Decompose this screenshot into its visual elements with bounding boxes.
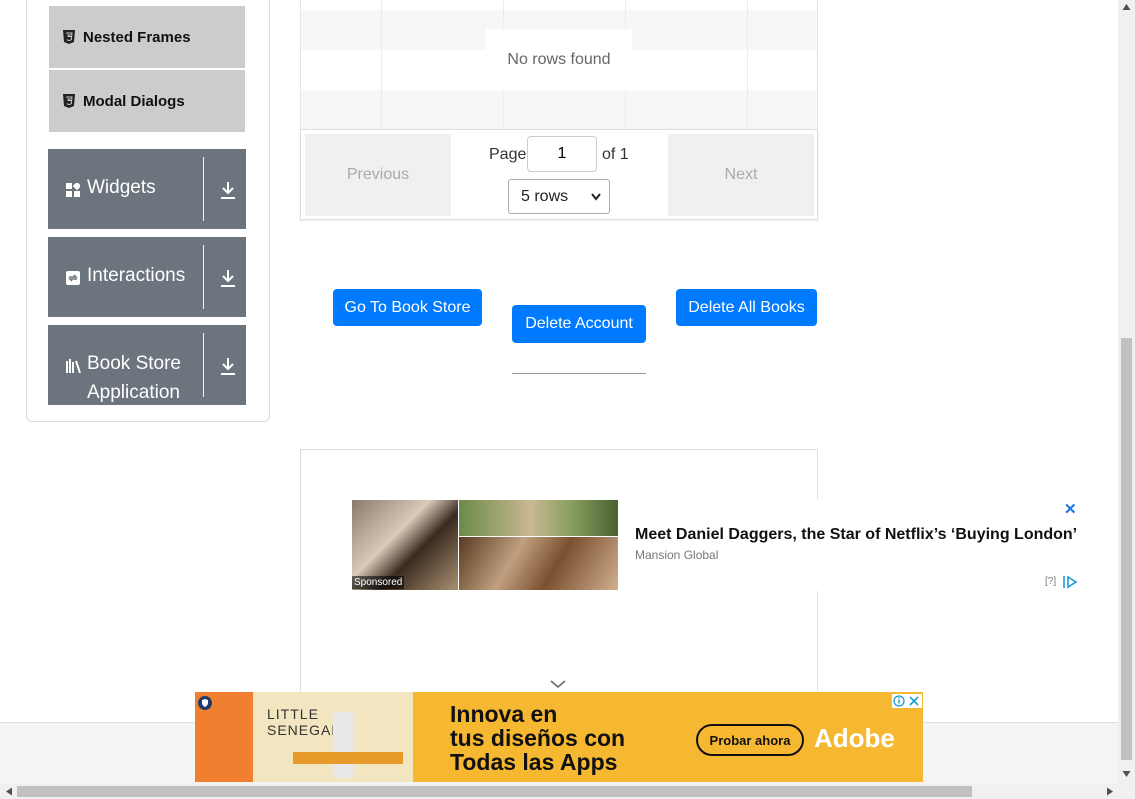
- sidebar-item-label: Nested Frames: [83, 28, 191, 46]
- close-icon[interactable]: ✕: [1064, 500, 1077, 518]
- ad-image[interactable]: [459, 500, 618, 536]
- sidebar-group-widgets[interactable]: Widgets: [48, 149, 246, 229]
- html5-icon: [63, 30, 75, 44]
- page-label: Page: [489, 146, 527, 163]
- adchoices-icon[interactable]: [892, 694, 922, 708]
- no-rows-message: No rows found: [486, 29, 632, 91]
- divider: [203, 157, 204, 221]
- widgets-icon: [66, 183, 80, 197]
- rows-per-page-value: 5 rows: [521, 187, 569, 205]
- banner-headline-line: Innova en: [450, 701, 558, 727]
- table-row: [301, 90, 817, 130]
- rows-per-page-select[interactable]: 5 rows: [508, 179, 610, 214]
- scroll-up-arrow-icon[interactable]: [1122, 3, 1131, 11]
- banner-image-text: LITTLE: [267, 706, 319, 722]
- sidebar-group-interactions[interactable]: Interactions: [48, 237, 246, 317]
- previous-button[interactable]: Previous: [305, 134, 451, 216]
- books-icon: [66, 359, 81, 373]
- banner-image: LITTLE SENEGAL: [253, 692, 413, 782]
- delete-all-books-button[interactable]: Delete All Books: [676, 289, 817, 326]
- page-number-input[interactable]: [527, 136, 597, 172]
- ad-info-link[interactable]: [?]: [1045, 576, 1056, 587]
- next-button[interactable]: Next: [668, 134, 814, 216]
- brand-logo: Adobe: [814, 723, 895, 753]
- banner-left-panel: [195, 692, 253, 782]
- sidebar-group-label: Book Store Application: [87, 353, 181, 403]
- vertical-scrollbar-thumb[interactable]: [1121, 338, 1132, 760]
- divider: [203, 333, 204, 397]
- sidebar-item-modal-dialogs[interactable]: Modal Dialogs: [49, 70, 245, 132]
- sidebar-group-label: Widgets: [87, 177, 156, 198]
- chevron-down-icon: [591, 193, 601, 201]
- download-icon[interactable]: [220, 181, 236, 199]
- ad-headline[interactable]: Meet Daniel Daggers, the Star of Netflix…: [635, 526, 1077, 544]
- banner-headline-line: tus diseños con: [450, 725, 626, 751]
- scroll-left-arrow-icon[interactable]: [5, 787, 13, 796]
- go-to-book-store-button[interactable]: Go To Book Store: [333, 289, 482, 326]
- column-divider: [747, 0, 748, 130]
- interactions-icon: [66, 271, 80, 285]
- pagination-bar: Previous Page of 1 5 rows Next: [300, 129, 818, 220]
- adchoices-icon[interactable]: [1062, 575, 1078, 589]
- sidebar-item-label: Modal Dialogs: [83, 92, 185, 110]
- page-total-label: of 1: [602, 146, 629, 163]
- delete-account-button[interactable]: Delete Account: [512, 305, 646, 343]
- sidebar-item-nested-frames[interactable]: Nested Frames: [49, 6, 245, 68]
- try-now-button[interactable]: Probar ahora: [696, 724, 804, 756]
- download-icon[interactable]: [220, 269, 236, 287]
- chevron-down-icon[interactable]: [550, 680, 566, 689]
- banner-headline-line: Todas las Apps: [450, 749, 618, 775]
- shield-icon: [198, 696, 212, 710]
- divider: [512, 373, 646, 374]
- horizontal-scrollbar-thumb[interactable]: [17, 786, 972, 797]
- ad-image[interactable]: [459, 537, 618, 590]
- sidebar-group-book-store[interactable]: Book Store Application: [48, 325, 246, 405]
- scroll-right-arrow-icon[interactable]: [1106, 787, 1114, 796]
- banner-image-text: SENEGAL: [267, 722, 341, 738]
- sidebar-group-label: Interactions: [87, 265, 186, 286]
- divider: [203, 245, 204, 309]
- banner-headline: Innova en tus diseños con Todas las Apps: [450, 702, 625, 774]
- ad-source: Mansion Global: [635, 548, 719, 562]
- download-icon[interactable]: [220, 357, 236, 375]
- column-divider: [381, 0, 382, 130]
- banner-ad[interactable]: LITTLE SENEGAL Innova en tus diseños con…: [195, 692, 923, 782]
- scroll-down-arrow-icon[interactable]: [1122, 770, 1131, 778]
- sponsored-label: Sponsored: [352, 576, 405, 589]
- html5-icon: [63, 94, 75, 108]
